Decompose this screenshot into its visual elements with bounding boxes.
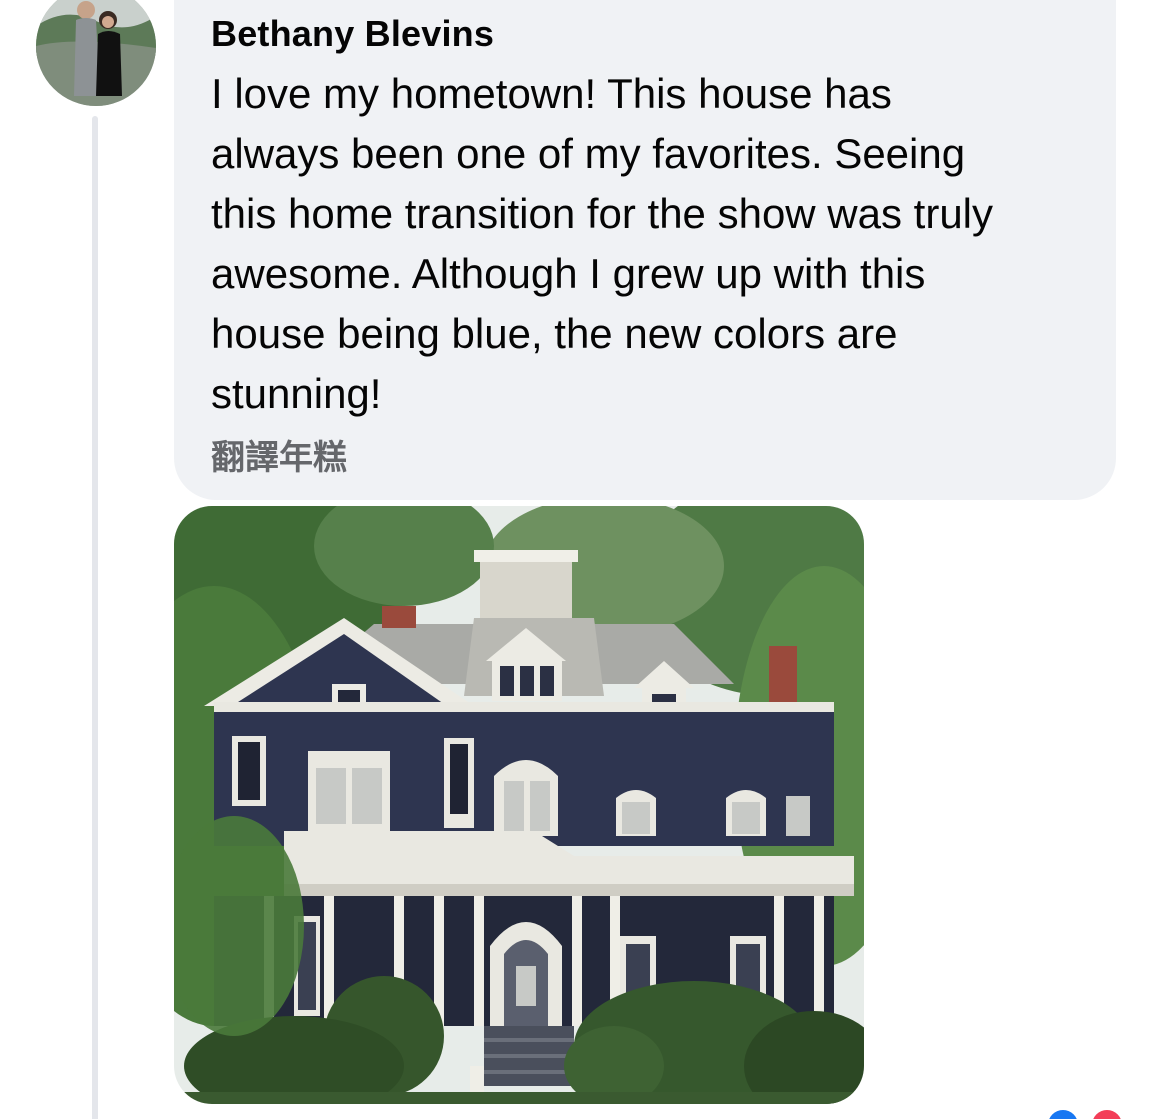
like-reaction-icon [1048,1110,1078,1119]
comment-author-name[interactable]: Bethany Blevins [211,12,494,56]
comment-text-line: I love my hometown! This house has [211,70,892,117]
thread-connector-line [92,116,98,1119]
comment-text: I love my hometown! This house has alway… [211,64,1101,424]
comment-photo[interactable] [174,506,864,1104]
love-reaction-icon [1092,1110,1122,1119]
victorian-house-image [174,506,864,1104]
comment-text-line: stunning! [211,370,382,417]
comment-text-line: awesome. Although I grew up with this [211,250,926,297]
translate-link[interactable]: 翻譯年糕 [211,436,347,480]
comment-text-line: this home transition for the show was tr… [211,190,994,237]
avatar[interactable] [36,0,156,106]
comment-thread: Bethany Blevins I love my hometown! This… [0,0,1170,1119]
comment-text-line: house being blue, the new colors are [211,310,898,357]
comment-text-line: always been one of my favorites. Seeing [211,130,966,177]
